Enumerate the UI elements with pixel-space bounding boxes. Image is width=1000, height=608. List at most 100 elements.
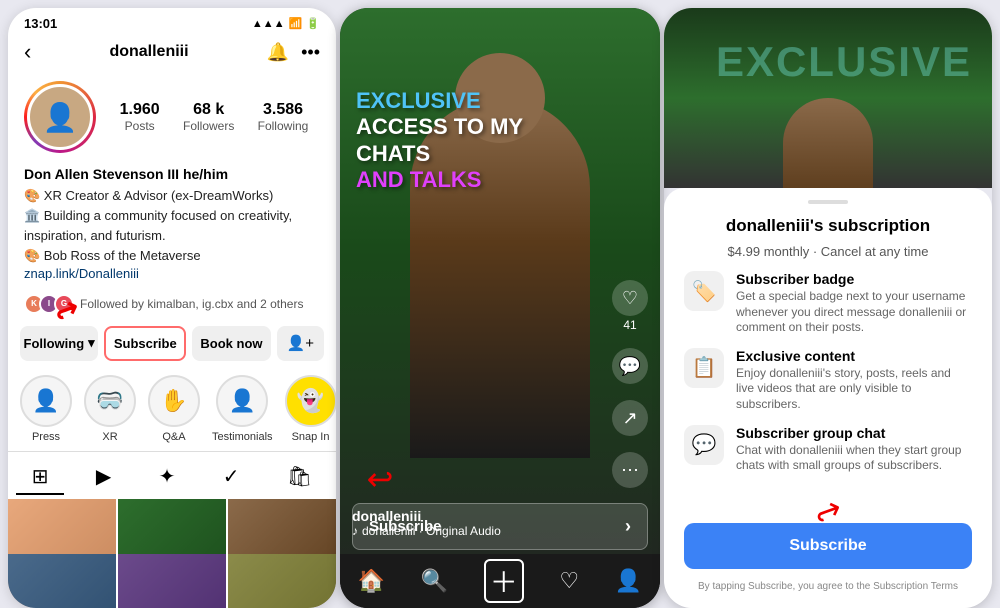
tab-reels[interactable]: ▶ bbox=[80, 460, 127, 495]
badge-icon: 🏷️ bbox=[684, 271, 724, 311]
highlight-circle-qa: ✋ bbox=[148, 375, 200, 427]
highlight-circle-press: 👤 bbox=[20, 375, 72, 427]
book-label: Book now bbox=[200, 336, 262, 351]
subscribe-bar-arrow-icon: › bbox=[625, 516, 631, 537]
sub-person-head bbox=[783, 98, 873, 188]
photo-grid bbox=[8, 499, 336, 608]
highlight-circle-snap: 👻 bbox=[285, 375, 336, 427]
following-count: 3.586 bbox=[263, 101, 303, 119]
subscription-panel: EXCLUSIVE donalleniii's subscription $4.… bbox=[664, 8, 992, 608]
followers-label: Followers bbox=[183, 119, 234, 133]
subscription-terms: By tapping Subscribe, you agree to the S… bbox=[684, 581, 972, 592]
chevron-down-icon: ▾ bbox=[88, 335, 95, 351]
tab-shop[interactable]: 🛍 bbox=[271, 460, 328, 495]
exclusive-overlay: EXCLUSIVE ACCESS TO MY CHATS AND TALKS bbox=[356, 88, 523, 194]
profile-nav: ‹ donalleniii 🔔 ••• bbox=[8, 35, 336, 73]
more-icon[interactable]: ••• bbox=[301, 42, 320, 63]
highlight-qa[interactable]: ✋ Q&A bbox=[148, 375, 200, 443]
content-feature-text: Exclusive content Enjoy donalleniii's st… bbox=[736, 348, 972, 413]
tab-tagged[interactable]: ✦ bbox=[143, 460, 192, 495]
bio-link[interactable]: znap.link/Donalleniii bbox=[24, 265, 320, 283]
followed-by-text: Followed by kimalban, ig.cbx and 2 other… bbox=[80, 297, 303, 311]
nav-create-icon[interactable]: ＋ bbox=[484, 559, 524, 603]
badge-feature-desc: Get a special badge next to your usernam… bbox=[736, 289, 972, 336]
battery-icon: 🔋 bbox=[306, 17, 320, 30]
subscription-sheet: donalleniii's subscription $4.99 monthly… bbox=[664, 188, 992, 608]
exclusive-line4: AND TALKS bbox=[356, 167, 523, 193]
bio-line4: 🎨 Bob Ross of the Metaverse bbox=[24, 247, 320, 265]
wifi-icon: 📶 bbox=[289, 17, 303, 30]
subscribe-label: Subscribe bbox=[114, 336, 177, 351]
nav-icons: 🔔 ••• bbox=[267, 42, 320, 63]
highlight-circle-xr: 🥽 bbox=[84, 375, 136, 427]
feature-subscriber-badge: 🏷️ Subscriber badge Get a special badge … bbox=[684, 271, 972, 336]
nav-profile-icon[interactable]: 👤 bbox=[615, 568, 642, 594]
following-button[interactable]: Following ▾ ↩ bbox=[20, 326, 98, 361]
profile-stats: 👤 1.960 Posts 68 k Followers 3.586 Follo… bbox=[8, 73, 336, 161]
profile-tabs: ⊞ ▶ ✦ ✓ 🛍 bbox=[8, 451, 336, 499]
badge-feature-title: Subscriber badge bbox=[736, 271, 972, 287]
video-panel: EXCLUSIVE ACCESS TO MY CHATS AND TALKS ♡… bbox=[340, 8, 660, 608]
video-subscribe-bar[interactable]: Subscribe › bbox=[352, 503, 648, 550]
more-video-icon: ⋯ bbox=[612, 452, 648, 488]
notification-icon[interactable]: 🔔 bbox=[267, 42, 289, 63]
highlight-xr[interactable]: 🥽 XR bbox=[84, 375, 136, 443]
time: 13:01 bbox=[24, 16, 57, 31]
subscription-title: donalleniii's subscription bbox=[684, 216, 972, 236]
status-icons: ▲▲▲ 📶 🔋 bbox=[252, 17, 320, 30]
subscription-price: $4.99 monthly · Cancel at any time bbox=[684, 244, 972, 259]
video-side-actions: ♡ 41 💬 ↗ ⋯ bbox=[612, 280, 648, 488]
highlight-testimonials[interactable]: 👤 Testimonials bbox=[212, 375, 273, 443]
nav-heart-icon[interactable]: ♡ bbox=[559, 568, 579, 594]
highlight-label-press: Press bbox=[32, 431, 60, 443]
heart-icon: ♡ bbox=[612, 280, 648, 316]
status-bar: 13:01 ▲▲▲ 📶 🔋 bbox=[8, 8, 336, 35]
followers-count: 68 k bbox=[193, 101, 224, 119]
bio-line1: 🎨 XR Creator & Advisor (ex-DreamWorks) bbox=[24, 187, 320, 205]
subscribe-button-container: ↩ Subscribe bbox=[684, 523, 972, 569]
highlight-label-xr: XR bbox=[102, 431, 117, 443]
feature-group-chat: 💬 Subscriber group chat Chat with donall… bbox=[684, 425, 972, 474]
profile-panel: 13:01 ▲▲▲ 📶 🔋 ‹ donalleniii 🔔 ••• 👤 1.96… bbox=[8, 8, 336, 608]
highlight-label-snap: Snap In bbox=[292, 431, 330, 443]
followers-stat: 68 k Followers bbox=[183, 101, 234, 133]
terms-text: By tapping Subscribe, you agree to the S… bbox=[698, 581, 958, 592]
profile-name: Don Allen Stevenson III he/him bbox=[24, 165, 320, 185]
tab-grid[interactable]: ⊞ bbox=[16, 460, 65, 495]
profile-bio: Don Allen Stevenson III he/him 🎨 XR Crea… bbox=[8, 161, 336, 292]
highlight-snap[interactable]: 👻 Snap In bbox=[285, 375, 336, 443]
highlight-label-testimonials: Testimonials bbox=[212, 431, 273, 443]
chat-feature-text: Subscriber group chat Chat with donallen… bbox=[736, 425, 972, 474]
highlight-circle-testimonials: 👤 bbox=[216, 375, 268, 427]
posts-count: 1.960 bbox=[120, 101, 160, 119]
add-person-button[interactable]: 👤+ bbox=[277, 326, 324, 361]
following-label: Following bbox=[24, 336, 85, 351]
chat-feature-title: Subscriber group chat bbox=[736, 425, 972, 441]
posts-label: Posts bbox=[125, 119, 155, 133]
highlights: 👤 Press 🥽 XR ✋ Q&A 👤 Testimonials 👻 Snap… bbox=[8, 367, 336, 451]
following-stat: 3.586 Following bbox=[258, 101, 309, 133]
avatar: 👤 bbox=[27, 84, 93, 150]
action-buttons: Following ▾ ↩ Subscribe Book now 👤+ bbox=[8, 320, 336, 367]
feature-exclusive-content: 📋 Exclusive content Enjoy donalleniii's … bbox=[684, 348, 972, 413]
share-action[interactable]: ↗ bbox=[612, 400, 648, 436]
stats-numbers: 1.960 Posts 68 k Followers 3.586 Followi… bbox=[108, 101, 320, 133]
exclusive-line2: ACCESS TO MY bbox=[356, 114, 523, 140]
content-feature-desc: Enjoy donalleniii's story, posts, reels … bbox=[736, 366, 972, 413]
nav-home-icon[interactable]: 🏠 bbox=[358, 568, 385, 594]
subscription-top-bg: EXCLUSIVE bbox=[664, 8, 992, 188]
more-video-action[interactable]: ⋯ bbox=[612, 452, 648, 488]
signal-icon: ▲▲▲ bbox=[252, 18, 285, 30]
comment-action[interactable]: 💬 bbox=[612, 348, 648, 384]
subscribe-button[interactable]: Subscribe bbox=[104, 326, 186, 361]
like-action[interactable]: ♡ 41 bbox=[612, 280, 648, 332]
exclusive-bg-label: EXCLUSIVE bbox=[716, 38, 972, 86]
video-subscribe-label: Subscribe bbox=[369, 518, 442, 535]
chat-feature-desc: Chat with donalleniii when they start gr… bbox=[736, 443, 972, 474]
highlight-press[interactable]: 👤 Press bbox=[20, 375, 72, 443]
nav-search-icon[interactable]: 🔍 bbox=[421, 568, 448, 594]
share-icon: ↗ bbox=[612, 400, 648, 436]
back-button[interactable]: ‹ bbox=[24, 39, 31, 65]
book-button[interactable]: Book now bbox=[192, 326, 270, 361]
tab-saved[interactable]: ✓ bbox=[207, 460, 256, 495]
